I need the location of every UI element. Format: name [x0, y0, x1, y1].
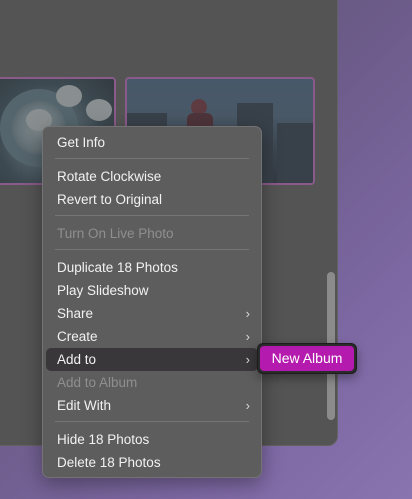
menu-item-rotate-clockwise[interactable]: Rotate Clockwise	[46, 165, 258, 188]
menu-item-label: Edit With	[57, 398, 112, 413]
menu-item-label: Hide 18 Photos	[57, 432, 150, 447]
menu-separator	[55, 215, 249, 216]
menu-item-hide-photos[interactable]: Hide 18 Photos	[46, 428, 258, 451]
menu-item-add-to-album: Add to Album	[46, 371, 258, 394]
menu-item-add-to[interactable]: Add to ›	[46, 348, 258, 371]
menu-item-label: Create	[57, 329, 98, 344]
menu-item-label: Add to Album	[57, 375, 138, 390]
menu-item-label: Share	[57, 306, 94, 321]
menu-separator	[55, 249, 249, 250]
submenu-item-new-album[interactable]: New Album	[260, 346, 354, 371]
context-menu: Get Info Rotate Clockwise Revert to Orig…	[42, 126, 262, 478]
menu-separator	[55, 158, 249, 159]
menu-item-play-slideshow[interactable]: Play Slideshow	[46, 279, 258, 302]
chevron-right-icon: ›	[245, 352, 250, 367]
menu-item-label: Delete 18 Photos	[57, 455, 161, 470]
menu-item-label: Add to	[57, 352, 97, 367]
menu-item-label: Duplicate 18 Photos	[57, 260, 178, 275]
menu-item-label: Rotate Clockwise	[57, 169, 162, 184]
chevron-right-icon: ›	[245, 329, 250, 344]
menu-item-get-info[interactable]: Get Info	[46, 131, 258, 154]
menu-item-duplicate-photos[interactable]: Duplicate 18 Photos	[46, 256, 258, 279]
menu-item-edit-with[interactable]: Edit With ›	[46, 394, 258, 417]
menu-item-create[interactable]: Create ›	[46, 325, 258, 348]
menu-item-revert-to-original[interactable]: Revert to Original	[46, 188, 258, 211]
chevron-right-icon: ›	[245, 306, 250, 321]
menu-item-turn-on-live-photo: Turn On Live Photo	[46, 222, 258, 245]
menu-item-share[interactable]: Share ›	[46, 302, 258, 325]
menu-separator	[55, 421, 249, 422]
menu-item-label: Play Slideshow	[57, 283, 149, 298]
menu-item-label: Turn On Live Photo	[57, 226, 174, 241]
menu-item-delete-photos[interactable]: Delete 18 Photos	[46, 451, 258, 474]
chevron-right-icon: ›	[245, 398, 250, 413]
menu-item-label: Revert to Original	[57, 192, 163, 207]
add-to-submenu: New Album	[257, 343, 357, 374]
menu-item-label: Get Info	[57, 135, 106, 150]
